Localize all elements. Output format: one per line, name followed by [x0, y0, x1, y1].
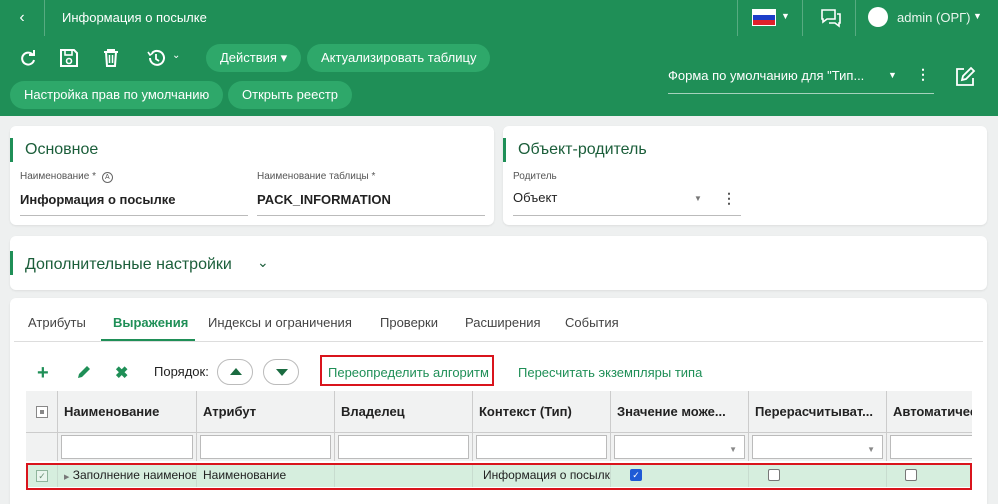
filter-input[interactable] — [200, 435, 331, 459]
card-accent — [503, 138, 506, 162]
tab-expressions[interactable]: Выражения — [113, 315, 188, 330]
tab-indexes[interactable]: Индексы и ограничения — [208, 315, 352, 330]
filter-cell — [58, 433, 197, 461]
chevron-down-icon[interactable]: ▼ — [973, 11, 982, 21]
parent-card: Объект-родитель Родитель Объект ▼ ⋮ — [503, 126, 987, 225]
edit-icon[interactable] — [954, 66, 976, 91]
column-header[interactable]: Атрибут — [197, 391, 335, 433]
override-algorithm-link[interactable]: Переопределить алгоритм — [328, 365, 489, 380]
filter-input[interactable] — [338, 435, 469, 459]
divider — [802, 0, 803, 36]
field-label: Родитель — [513, 171, 557, 182]
update-table-button[interactable]: Актуализировать таблицу — [307, 44, 491, 72]
filter-select[interactable]: ▼ — [614, 435, 745, 459]
highlight-box — [26, 463, 972, 490]
arrow-down-icon — [276, 369, 288, 376]
tab-attributes[interactable]: Атрибуты — [28, 315, 86, 330]
filter-cell: ▼ — [749, 433, 887, 461]
chevron-down-icon: ▼ — [888, 70, 897, 80]
name-field[interactable]: Информация о посылке — [20, 192, 175, 207]
app-header: ‹ Информация о посылке ▼ admin (ОРГ) ▼ — [0, 0, 998, 36]
divider — [855, 0, 856, 36]
card-title: Объект-родитель — [518, 141, 647, 158]
main-card: Основное Наименование * A Информация о п… — [10, 126, 494, 225]
column-header[interactable]: Перерасчитыват... — [749, 391, 887, 433]
filter-select[interactable] — [890, 435, 972, 459]
select-all-header — [26, 391, 58, 433]
column-header[interactable]: Автоматичес — [887, 391, 972, 433]
column-header[interactable]: Наименование — [58, 391, 197, 433]
more-vertical-icon[interactable]: ⋮ — [916, 66, 930, 83]
tab-extensions[interactable]: Расширения — [465, 315, 541, 330]
save-icon[interactable] — [58, 47, 80, 69]
filter-cell: ▼ — [611, 433, 749, 461]
chevron-down-icon[interactable]: ⌄ — [257, 254, 269, 271]
add-icon[interactable]: + — [37, 362, 49, 385]
pencil-icon[interactable] — [76, 364, 92, 383]
divider — [20, 215, 248, 216]
refresh-icon[interactable] — [17, 47, 39, 69]
recalc-instances-link[interactable]: Пересчитать экземпляры типа — [518, 365, 702, 380]
form-select-value: Форма по умолчанию для "Тип... — [668, 68, 865, 83]
chat-icon[interactable] — [820, 8, 842, 31]
tab-events[interactable]: События — [565, 315, 619, 330]
actions-button[interactable]: Действия ▾ — [206, 44, 302, 72]
chevron-down-icon[interactable]: ▼ — [694, 194, 702, 203]
form-select[interactable]: Форма по умолчанию для "Тип... ▼ ⋮ — [668, 62, 934, 94]
filter-cell — [887, 433, 972, 461]
filter-cell — [26, 433, 58, 461]
divider — [14, 341, 983, 342]
extra-settings-card[interactable]: Дополнительные настройки ⌄ — [10, 236, 987, 290]
ru-flag-icon[interactable] — [752, 9, 776, 26]
toolbar: ⌄ Действия ▾ Актуализировать таблицу Нас… — [0, 36, 998, 116]
history-icon[interactable] — [145, 47, 167, 69]
filter-cell — [197, 433, 335, 461]
move-down-button[interactable] — [263, 359, 299, 385]
select-all-checkbox[interactable] — [36, 406, 48, 418]
lang-icon[interactable]: A — [101, 172, 113, 183]
chevron-down-icon[interactable]: ▼ — [781, 11, 790, 21]
divider — [737, 0, 738, 36]
column-header[interactable]: Владелец — [335, 391, 473, 433]
tab-checks[interactable]: Проверки — [380, 315, 438, 330]
page-title: Информация о посылке — [62, 10, 207, 25]
filter-cell — [473, 433, 611, 461]
default-rights-button[interactable]: Настройка прав по умолчанию — [10, 81, 224, 109]
filter-input[interactable] — [61, 435, 193, 459]
close-icon[interactable]: ✖ — [115, 363, 128, 383]
arrow-up-icon — [230, 368, 242, 375]
divider — [44, 0, 45, 36]
parent-field[interactable]: Объект — [513, 190, 557, 205]
field-label: Наименование * A — [20, 171, 113, 183]
filter-select[interactable]: ▼ — [752, 435, 883, 459]
column-header[interactable]: Значение може... — [611, 391, 749, 433]
chevron-down-icon: ▼ — [867, 445, 875, 454]
order-label: Порядок: — [154, 364, 209, 379]
filter-cell — [335, 433, 473, 461]
open-registry-button[interactable]: Открыть реестр — [228, 81, 353, 109]
column-header[interactable]: Контекст (Тип) — [473, 391, 611, 433]
divider — [513, 215, 741, 216]
chevron-down-icon[interactable]: ⌄ — [172, 50, 180, 61]
card-accent — [10, 138, 13, 162]
card-accent — [10, 251, 13, 275]
more-vertical-icon[interactable]: ⋮ — [722, 190, 736, 207]
user-name[interactable]: admin (ОРГ) — [897, 10, 971, 25]
filter-input[interactable] — [476, 435, 607, 459]
chevron-left-icon[interactable]: ‹ — [12, 8, 32, 28]
avatar[interactable] — [868, 7, 888, 27]
table-name-field[interactable]: PACK_INFORMATION — [257, 192, 391, 207]
card-title: Дополнительные настройки — [25, 256, 232, 273]
divider — [257, 215, 485, 216]
field-label: Наименование таблицы * — [257, 171, 376, 182]
chevron-down-icon: ▼ — [729, 445, 737, 454]
delete-icon[interactable] — [100, 47, 122, 69]
move-up-button[interactable] — [217, 359, 253, 385]
card-title: Основное — [25, 141, 99, 158]
